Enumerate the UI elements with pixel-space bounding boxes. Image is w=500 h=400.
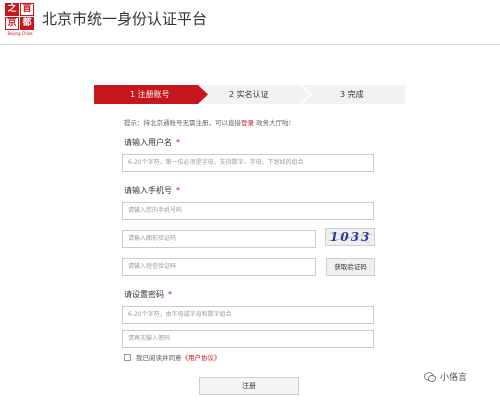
user-agreement-link[interactable]: 《用户协议》 [182,352,221,362]
site-logo[interactable]: 之 首 京 都 Beijing China [5,3,35,36]
username-label-text: 请输入用户名 [124,138,172,147]
agree-text: 我已阅读并同意 [136,354,182,362]
agreement-row: 我已阅读并同意 《用户协议》 [124,352,221,362]
sms-code-input[interactable]: 请输入短信验证码 [122,258,316,276]
required-mark: * [176,138,180,147]
password-confirm-placeholder: 请再次输入密码 [128,335,171,342]
password-label-text: 请设置密码 [124,290,164,299]
site-title: 北京市统一身份认证平台 [42,10,208,28]
hint-prefix: 提示：持北京通账号无需注册，可以直接 [124,119,241,127]
agree-checkbox[interactable] [124,353,131,361]
hint-suffix: 政务大厅啦! [254,119,292,127]
wechat-icon [424,371,436,382]
phone-placeholder: 请输入您的手机号码 [128,207,183,214]
captcha-image[interactable]: 1033 [325,228,375,246]
captcha-text: 1033 [330,230,372,244]
login-hint: 提示：持北京通账号无需注册，可以直接登录 政务大厅啦! [124,117,291,127]
logo-subtitle: Beijing China [7,31,33,36]
logo-char: 首 [20,3,34,16]
step-2-verify: 2 实名认证 [229,90,269,99]
site-header: 之 首 京 都 Beijing China 北京市统一身份认证平台 [0,0,500,44]
phone-input[interactable]: 请输入您的手机号码 [122,202,374,220]
logo-char: 之 [5,3,19,16]
get-sms-code-button[interactable]: 获取验证码 [326,258,375,276]
required-mark: * [176,186,180,195]
password-label: 请设置密码 * [124,289,172,300]
image-code-input[interactable]: 请输入图形验证码 [122,230,316,248]
username-input[interactable]: 6-20个字符，第一位必须是字母，支持数字、字母、下划线的组合 [122,154,374,172]
logo-char: 都 [20,17,34,30]
password-confirm-input[interactable]: 请再次输入密码 [122,330,374,348]
password-placeholder: 6-20个字符，由字母或字母和数字组合 [128,311,232,318]
registration-steps: 1 注册账号 2 实名认证 3 完成 [94,85,405,104]
sms-code-placeholder: 请输入短信验证码 [128,263,177,270]
watermark-text: 小佫言 [440,373,468,383]
username-placeholder: 6-20个字符，第一位必须是字母，支持数字、字母、下划线的组合 [128,159,304,166]
watermark: 小佫言 [424,370,467,383]
password-input[interactable]: 6-20个字符，由字母或字母和数字组合 [122,306,374,324]
phone-label-text: 请输入手机号 [124,186,172,195]
login-link[interactable]: 登录 [241,119,254,127]
step-3-complete: 3 完成 [340,90,364,99]
register-button[interactable]: 注册 [199,377,299,395]
step-1-register: 1 注册账号 [130,90,170,99]
required-mark: * [168,290,172,299]
phone-label: 请输入手机号 * [124,185,180,196]
logo-char: 京 [5,17,19,30]
username-label: 请输入用户名 * [124,137,180,148]
image-code-placeholder: 请输入图形验证码 [128,235,177,242]
header-divider [0,44,500,45]
